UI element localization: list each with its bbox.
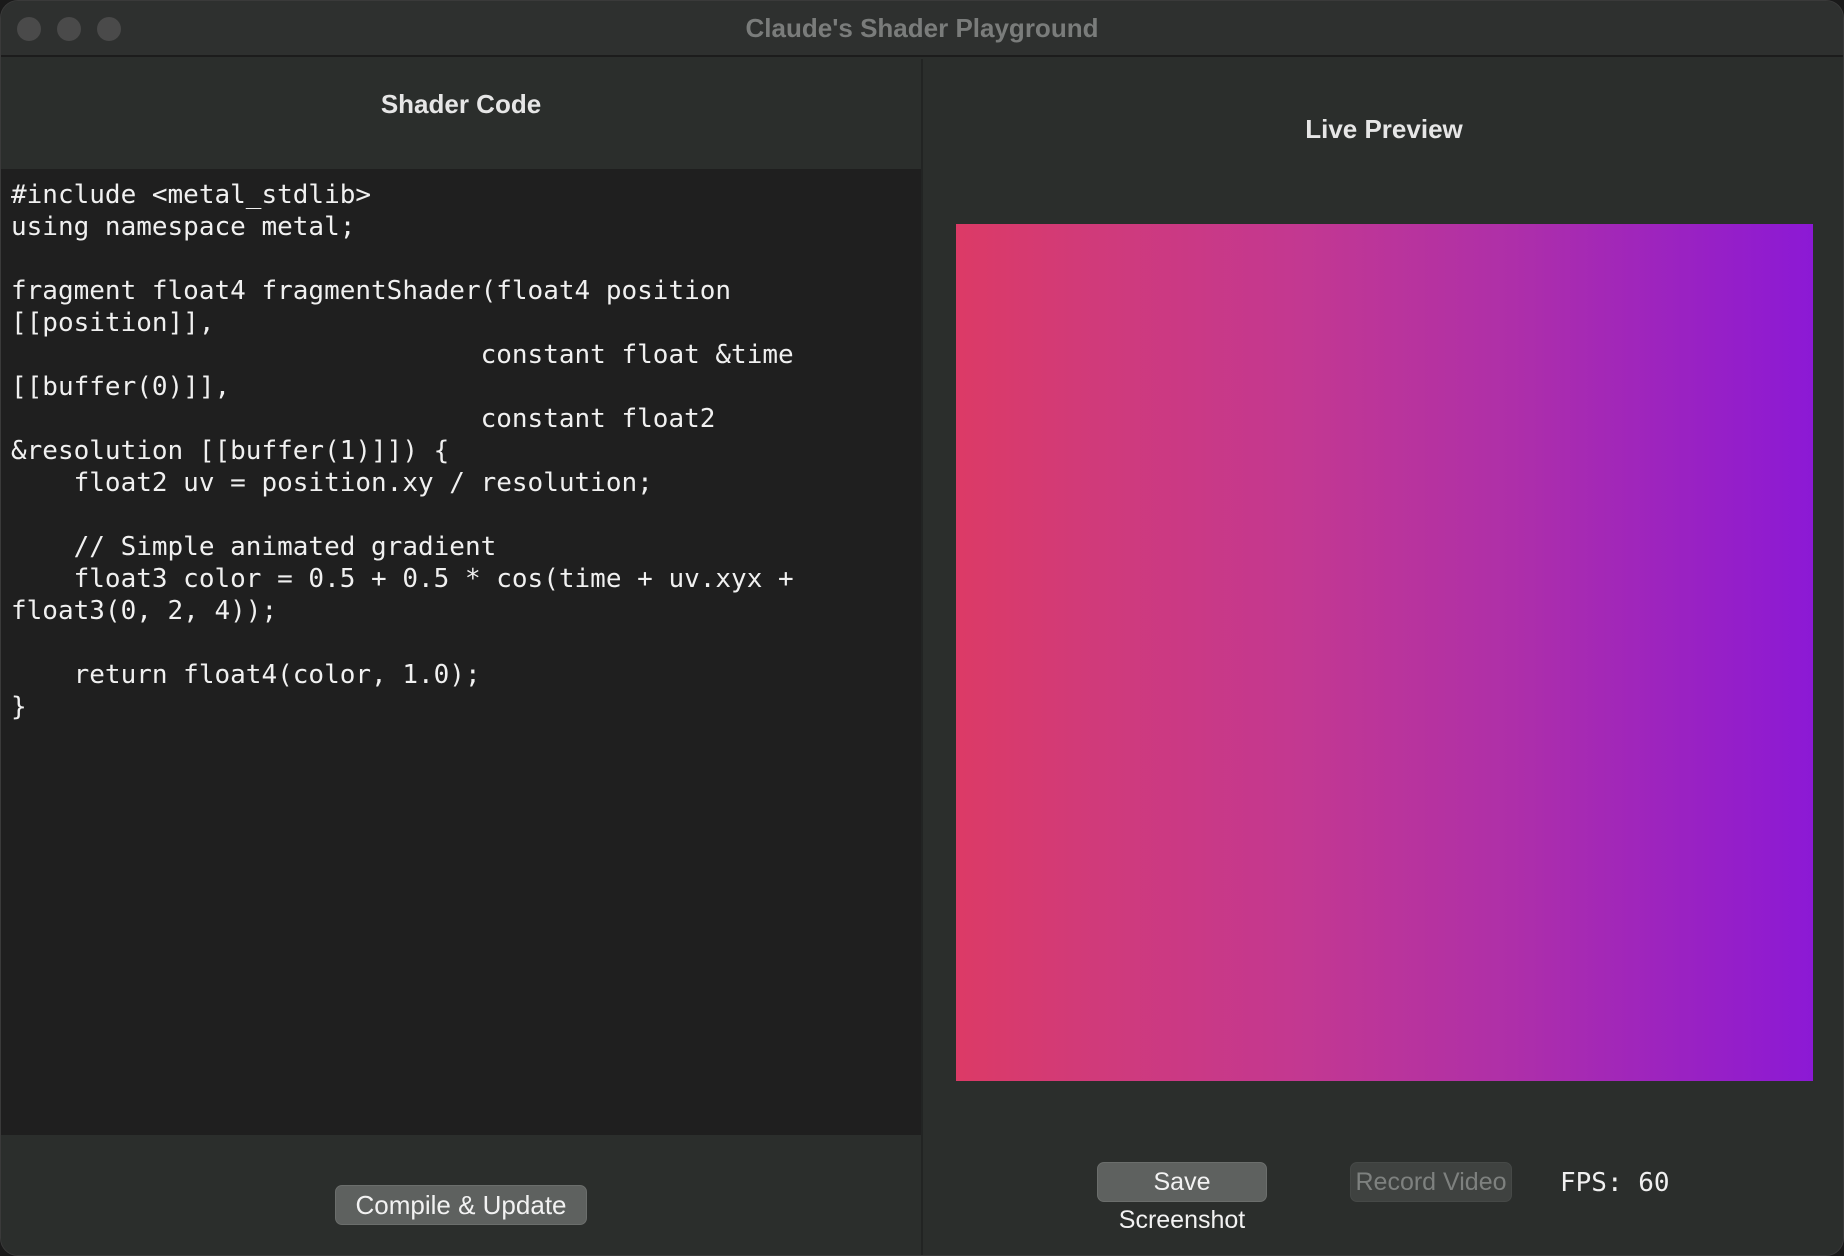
shader-code-pane: Shader Code #include <metal_stdlib> usin…	[1, 59, 921, 1255]
live-preview-heading: Live Preview	[1305, 114, 1463, 144]
live-preview-pane: Live Preview Save Screenshot Record Vide…	[923, 59, 1843, 1255]
record-video-button: Record Video	[1350, 1162, 1512, 1202]
shader-preview-canvas	[956, 224, 1813, 1081]
shader-code-editor[interactable]: #include <metal_stdlib> using namespace …	[1, 169, 921, 1135]
shader-code-heading: Shader Code	[380, 89, 542, 119]
app-window: Claude's Shader Playground Shader Code #…	[0, 0, 1844, 1256]
window-title: Claude's Shader Playground	[745, 13, 1099, 43]
save-screenshot-button[interactable]: Save Screenshot	[1097, 1162, 1267, 1234]
compile-update-button[interactable]: Compile & Update	[335, 1185, 587, 1225]
title-bar: Claude's Shader Playground	[1, 1, 1843, 57]
fps-counter: FPS: 60	[1560, 1168, 1670, 1198]
